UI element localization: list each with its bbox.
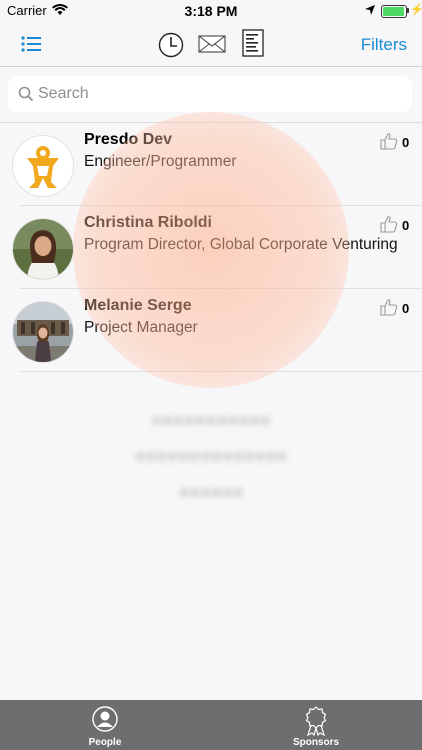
person-title: Engineer/Programmer: [84, 153, 237, 170]
person-title: Program Director, Global Corporate Ventu…: [84, 236, 398, 253]
person-name: Christina Riboldi: [84, 214, 212, 231]
person-name: Presdo Dev: [84, 131, 173, 148]
clock-time: 3:18 PM: [184, 3, 238, 19]
thumbs-up-icon[interactable]: [379, 131, 399, 151]
avatar: [12, 135, 74, 197]
tab-people-label: People: [88, 737, 122, 748]
thumbs-up-icon[interactable]: [379, 297, 399, 317]
person-icon: [92, 706, 118, 732]
search-placeholder: Search: [38, 85, 89, 102]
like-count: 0: [402, 218, 410, 233]
charging-bolt-icon: ⚡: [410, 4, 422, 16]
background-text: ■■■■■■■■■■■: [151, 410, 271, 430]
filters-button[interactable]: Filters: [361, 35, 407, 55]
avatar: [12, 301, 74, 363]
list-item[interactable]: Christina Riboldi Program Director, Glob…: [0, 206, 422, 289]
person-photo: [13, 219, 73, 279]
background-text: ■■■■■■: [178, 482, 244, 502]
search-input[interactable]: Search: [8, 76, 412, 112]
clock-icon[interactable]: [158, 32, 184, 58]
ribbon-badge-icon: [305, 706, 327, 736]
like-count: 0: [402, 301, 410, 316]
navigation-bar: Filters: [0, 22, 422, 67]
mail-icon[interactable]: [198, 34, 226, 54]
tab-bar: People Sponsors: [0, 700, 422, 750]
presdo-logo-icon: [14, 137, 72, 195]
battery-tip: [407, 8, 409, 13]
person-title: Project Manager: [84, 319, 198, 336]
person-photo: [13, 302, 73, 362]
search-icon: [18, 86, 34, 102]
list-view-icon[interactable]: [20, 34, 42, 54]
list-item[interactable]: Presdo Dev Engineer/Programmer 0: [0, 123, 422, 206]
thumbs-up-icon[interactable]: [379, 214, 399, 234]
tab-sponsors-label: Sponsors: [292, 737, 340, 748]
background-text: ■■■■■■■■■■■■■■: [134, 446, 288, 466]
status-bar: Carrier 3:18 PM ⚡: [0, 0, 422, 22]
battery-icon: [381, 5, 407, 18]
person-name: Melanie Serge: [84, 297, 192, 314]
people-list: Presdo Dev Engineer/Programmer 0 Christi…: [0, 123, 422, 372]
location-arrow-icon: [365, 5, 375, 15]
tab-people[interactable]: People: [45, 700, 165, 750]
search-bar: Search: [0, 67, 422, 123]
document-icon[interactable]: [242, 29, 264, 57]
tab-sponsors[interactable]: Sponsors: [256, 700, 376, 750]
like-count: 0: [402, 135, 410, 150]
list-item[interactable]: Melanie Serge Project Manager 0: [0, 289, 422, 372]
avatar: [12, 218, 74, 280]
row-divider: [20, 371, 422, 372]
